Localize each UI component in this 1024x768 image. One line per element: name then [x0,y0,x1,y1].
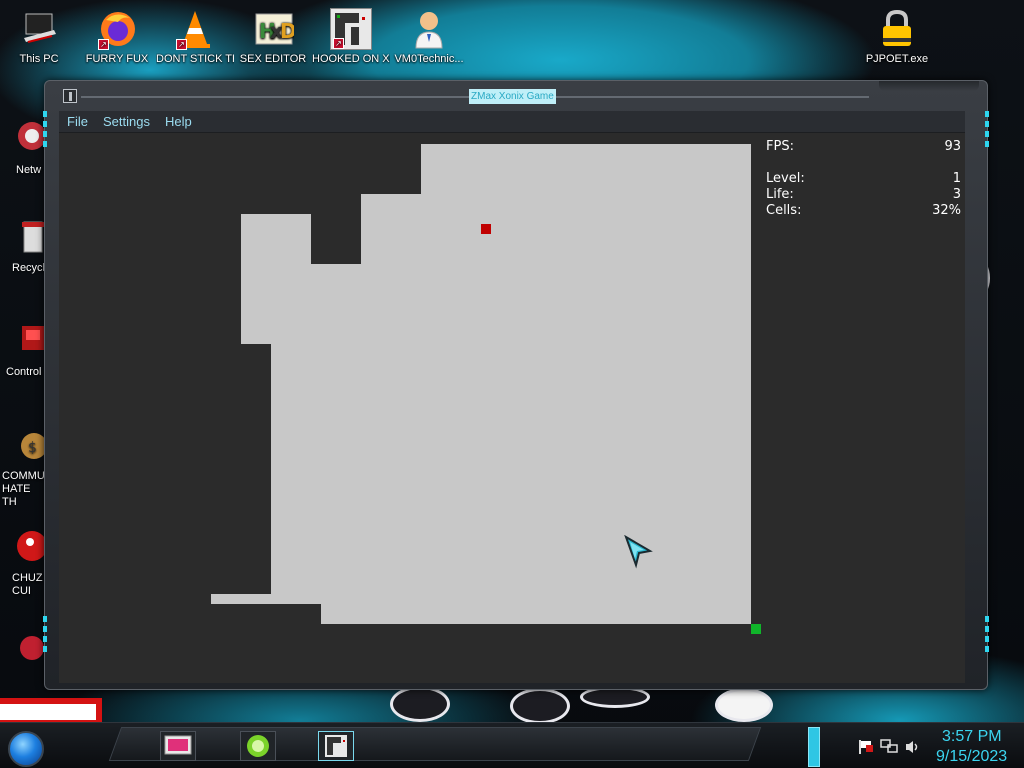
taskbar-highlight [808,727,820,767]
window-title: ZMax Xonix Game [469,89,556,104]
menu-help[interactable]: Help [165,114,192,130]
desktop-icon-vm0technic[interactable]: VM0Technic... [390,8,468,66]
xonix-icon: ↗ [330,8,372,50]
taskbar-strip [108,727,762,761]
desktop-icon-label: PJPOET.exe [865,53,929,65]
taskbar-app-lime[interactable] [240,731,276,761]
svg-text:$: $ [28,440,37,456]
window-decoration [43,111,47,151]
taskbar: 3:57 PM 9/15/2023 [0,722,1024,768]
filled-area [241,214,311,264]
money-bag-icon: $ [21,433,44,459]
level-label: Level: [766,171,805,186]
filled-area [421,144,751,194]
menu-settings[interactable]: Settings [103,114,150,130]
fps-value: 93 [944,139,961,154]
hxd-icon: HxD [252,8,297,50]
svg-text:D: D [280,19,294,43]
desktop-icon-network[interactable]: Netw [0,116,44,177]
life-value: 3 [952,187,961,202]
desktop-icon-hooked-on-xonix[interactable]: ↗ HOOKED ON XONIX [312,8,390,66]
window-decoration [985,616,989,656]
firefox-icon: ↗ [96,8,138,50]
desktop-icon-label: HOOKED ON XONIX [312,53,390,65]
filled-area [361,194,751,264]
mouse-cursor-icon [624,535,653,569]
level-row: Level: 1 [766,171,961,187]
fps-row: FPS: 93 [766,139,961,155]
desktop-icon-pjpoet[interactable]: PJPOET.exe [858,8,936,66]
window-decoration [43,616,47,656]
taskbar-app-pictures[interactable] [160,731,196,761]
filled-area [211,594,751,604]
app-icon[interactable] [63,89,77,103]
desktop-icon-label: DONT STICK THIS IN YO [156,53,234,65]
volume-icon[interactable] [904,739,922,755]
enemy-ball [481,224,491,234]
cells-row: Cells: 32% [766,203,961,219]
lime-app-icon [247,735,269,757]
desktop-icon-label: Control [6,366,42,378]
menu-file[interactable]: File [67,114,88,130]
menu-bar: File Settings Help [59,111,965,133]
desktop-icon-furry-fux[interactable]: ↗ FURRY FUX [78,8,156,66]
fps-label: FPS: [766,139,794,154]
taskbar-app-xonix[interactable] [318,731,354,761]
filled-area [321,604,751,624]
desktop-icon-label: Recycl [12,262,44,274]
vlc-cone-icon: ↗ [174,8,216,50]
desktop-icon-label: CHUZ CUI [12,572,43,597]
desktop-icon-label: Netw [16,164,42,176]
desktop-icon-sex-editor[interactable]: HxD SEX EDITOR [234,8,312,66]
game-client-area[interactable]: FPS: 93 Level: 1 Life: 3 Cells: 32% [59,133,965,683]
network-icon[interactable] [880,739,898,755]
window-decoration [985,111,989,151]
desktop-icon-label: VM0Technic... [394,53,464,65]
window-titlebar[interactable]: ZMax Xonix Game [53,81,979,107]
network-icon [18,122,44,150]
desktop-icon-label: FURRY FUX [85,53,149,65]
flag-icon[interactable] [858,739,874,755]
desktop-icon-this-pc[interactable]: This PC [0,8,78,66]
wallpaper-figure [510,688,570,724]
clock-date[interactable]: 9/15/2023 [936,748,1007,766]
desktop-icon-label: COMMU HATE TH [2,470,44,508]
filled-area [241,264,751,344]
wallpaper-figure [715,688,773,722]
lock-icon [876,8,918,50]
red-creature-icon [17,531,44,561]
computer-icon [18,8,60,50]
desktop-icon-dont-stick[interactable]: ↗ DONT STICK THIS IN YO [156,8,234,66]
life-row: Life: 3 [766,187,961,203]
doctor-icon [408,8,450,50]
stats-panel: FPS: 93 Level: 1 Life: 3 Cells: 32% [766,139,961,219]
start-button[interactable] [8,731,44,767]
photo-app-icon [164,735,192,755]
control-panel-icon [22,326,44,350]
red-app-icon [20,636,44,660]
xonix-icon [325,735,347,757]
player-cursor [751,624,761,634]
level-value: 1 [952,171,961,186]
cells-label: Cells: [766,203,802,218]
desktop-icon-commu[interactable]: $ COMMU HATE TH [0,422,44,509]
life-label: Life: [766,187,794,202]
desktop-icon-control-panel[interactable]: Control [0,318,44,379]
recycle-bin-icon [22,221,44,253]
desktop-icon-partial[interactable] [0,628,44,672]
desktop-icon-chuz[interactable]: CHUZ CUI [0,524,44,598]
filled-area [271,344,751,594]
desktop-icon-label: SEX EDITOR [239,53,307,65]
wallpaper-figure [390,686,450,722]
clock-time[interactable]: 3:57 PM [942,728,1002,746]
xonix-game-window: ZMax Xonix Game File Settings Help FPS: … [43,80,989,690]
cells-value: 32% [932,203,961,218]
desktop-icon-label: This PC [19,53,59,65]
desktop-icon-recycle-bin[interactable]: Recycl [0,214,44,275]
window-controls[interactable] [879,81,979,91]
